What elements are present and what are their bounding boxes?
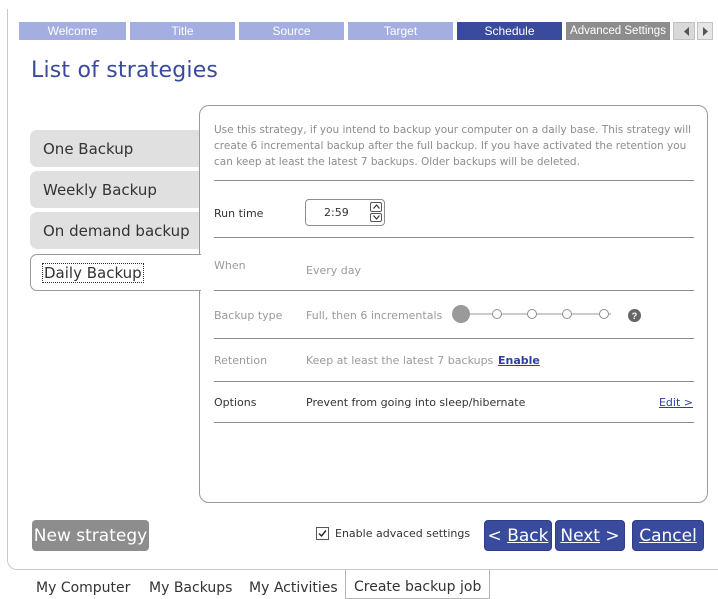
step-title[interactable]: Title <box>130 22 235 40</box>
tab-my-activities[interactable]: My Activities <box>249 580 338 596</box>
divider <box>214 422 694 423</box>
back-button[interactable]: < Back <box>484 520 552 551</box>
enable-advanced-checkbox[interactable] <box>316 527 329 540</box>
strategy-one-backup[interactable]: One Backup <box>30 130 200 167</box>
retention-label: Retention <box>214 354 268 367</box>
divider <box>214 338 694 339</box>
retention-value: Keep at least the latest 7 backups <box>306 354 494 367</box>
help-icon[interactable]: ? <box>628 309 641 322</box>
next-button[interactable]: Next > <box>555 520 625 551</box>
run-time-value: 2:59 <box>324 206 349 219</box>
strategy-on-demand-backup[interactable]: On demand backup <box>30 212 200 249</box>
step-welcome[interactable]: Welcome <box>19 22 126 40</box>
when-label: When <box>214 259 246 272</box>
back-button-label: Back <box>507 525 549 546</box>
strategy-weekly-backup[interactable]: Weekly Backup <box>30 171 200 208</box>
triangle-left-icon <box>684 26 689 36</box>
run-time-label: Run time <box>214 207 264 220</box>
chevron-up-icon <box>372 204 380 210</box>
enable-advanced-label: Enable advaced settings <box>335 527 471 540</box>
page-title: List of strategies <box>31 58 219 83</box>
scroll-left-button[interactable] <box>673 22 695 40</box>
backup-chain-timeline <box>452 305 611 323</box>
run-time-spinner[interactable] <box>370 202 382 223</box>
strategy-description: Use this strategy, if you intend to back… <box>214 124 692 168</box>
divider <box>214 381 694 382</box>
incremental-node <box>599 309 609 319</box>
step-schedule[interactable]: Schedule <box>457 22 562 40</box>
options-label: Options <box>214 396 257 409</box>
next-button-suffix: > <box>599 525 620 546</box>
spin-up-button[interactable] <box>370 202 382 212</box>
strategy-details-panel: Use this strategy, if you intend to back… <box>199 105 708 503</box>
tab-create-backup-job[interactable]: Create backup job <box>345 570 491 599</box>
full-backup-node <box>452 305 470 323</box>
triangle-right-icon <box>703 26 708 36</box>
scroll-right-button[interactable] <box>697 22 713 40</box>
enable-advanced-settings-option[interactable]: Enable advaced settings <box>316 527 470 540</box>
wizard-steps: Welcome Title Source Target Schedule Adv… <box>19 22 674 40</box>
new-strategy-button[interactable]: New strategy <box>32 520 149 551</box>
incremental-node <box>492 309 502 319</box>
incremental-node <box>562 309 572 319</box>
tab-my-backups[interactable]: My Backups <box>149 580 232 596</box>
spin-down-button[interactable] <box>370 212 382 222</box>
divider <box>214 290 694 291</box>
options-value: Prevent from going into sleep/hibernate <box>306 396 526 409</box>
retention-enable-link[interactable]: Enable <box>498 354 540 367</box>
step-source[interactable]: Source <box>239 22 344 40</box>
cancel-button[interactable]: Cancel <box>632 520 704 551</box>
back-button-prefix: < <box>487 525 508 546</box>
run-time-input[interactable]: 2:59 <box>305 199 385 226</box>
step-advanced-settings[interactable]: Advanced Settings <box>566 22 670 40</box>
chevron-down-icon <box>372 214 380 220</box>
strategy-daily-backup[interactable]: Daily Backup <box>30 254 201 291</box>
divider <box>214 180 694 181</box>
checkmark-icon <box>318 530 327 538</box>
tab-my-computer[interactable]: My Computer <box>36 580 130 596</box>
incremental-node <box>527 309 537 319</box>
bottom-tab-bar: My Computer My Backups My Activities Cre… <box>0 570 718 599</box>
next-button-label: Next <box>560 525 600 546</box>
step-scroll-controls <box>673 22 718 40</box>
when-value: Every day <box>306 264 361 277</box>
backup-type-label: Backup type <box>214 309 283 322</box>
step-target[interactable]: Target <box>348 22 453 40</box>
divider <box>214 237 694 238</box>
backup-type-value: Full, then 6 incrementals <box>306 309 443 322</box>
options-edit-link[interactable]: Edit > <box>659 396 693 409</box>
strategy-daily-backup-label: Daily Backup <box>42 262 144 283</box>
cancel-button-label: Cancel <box>639 525 697 546</box>
